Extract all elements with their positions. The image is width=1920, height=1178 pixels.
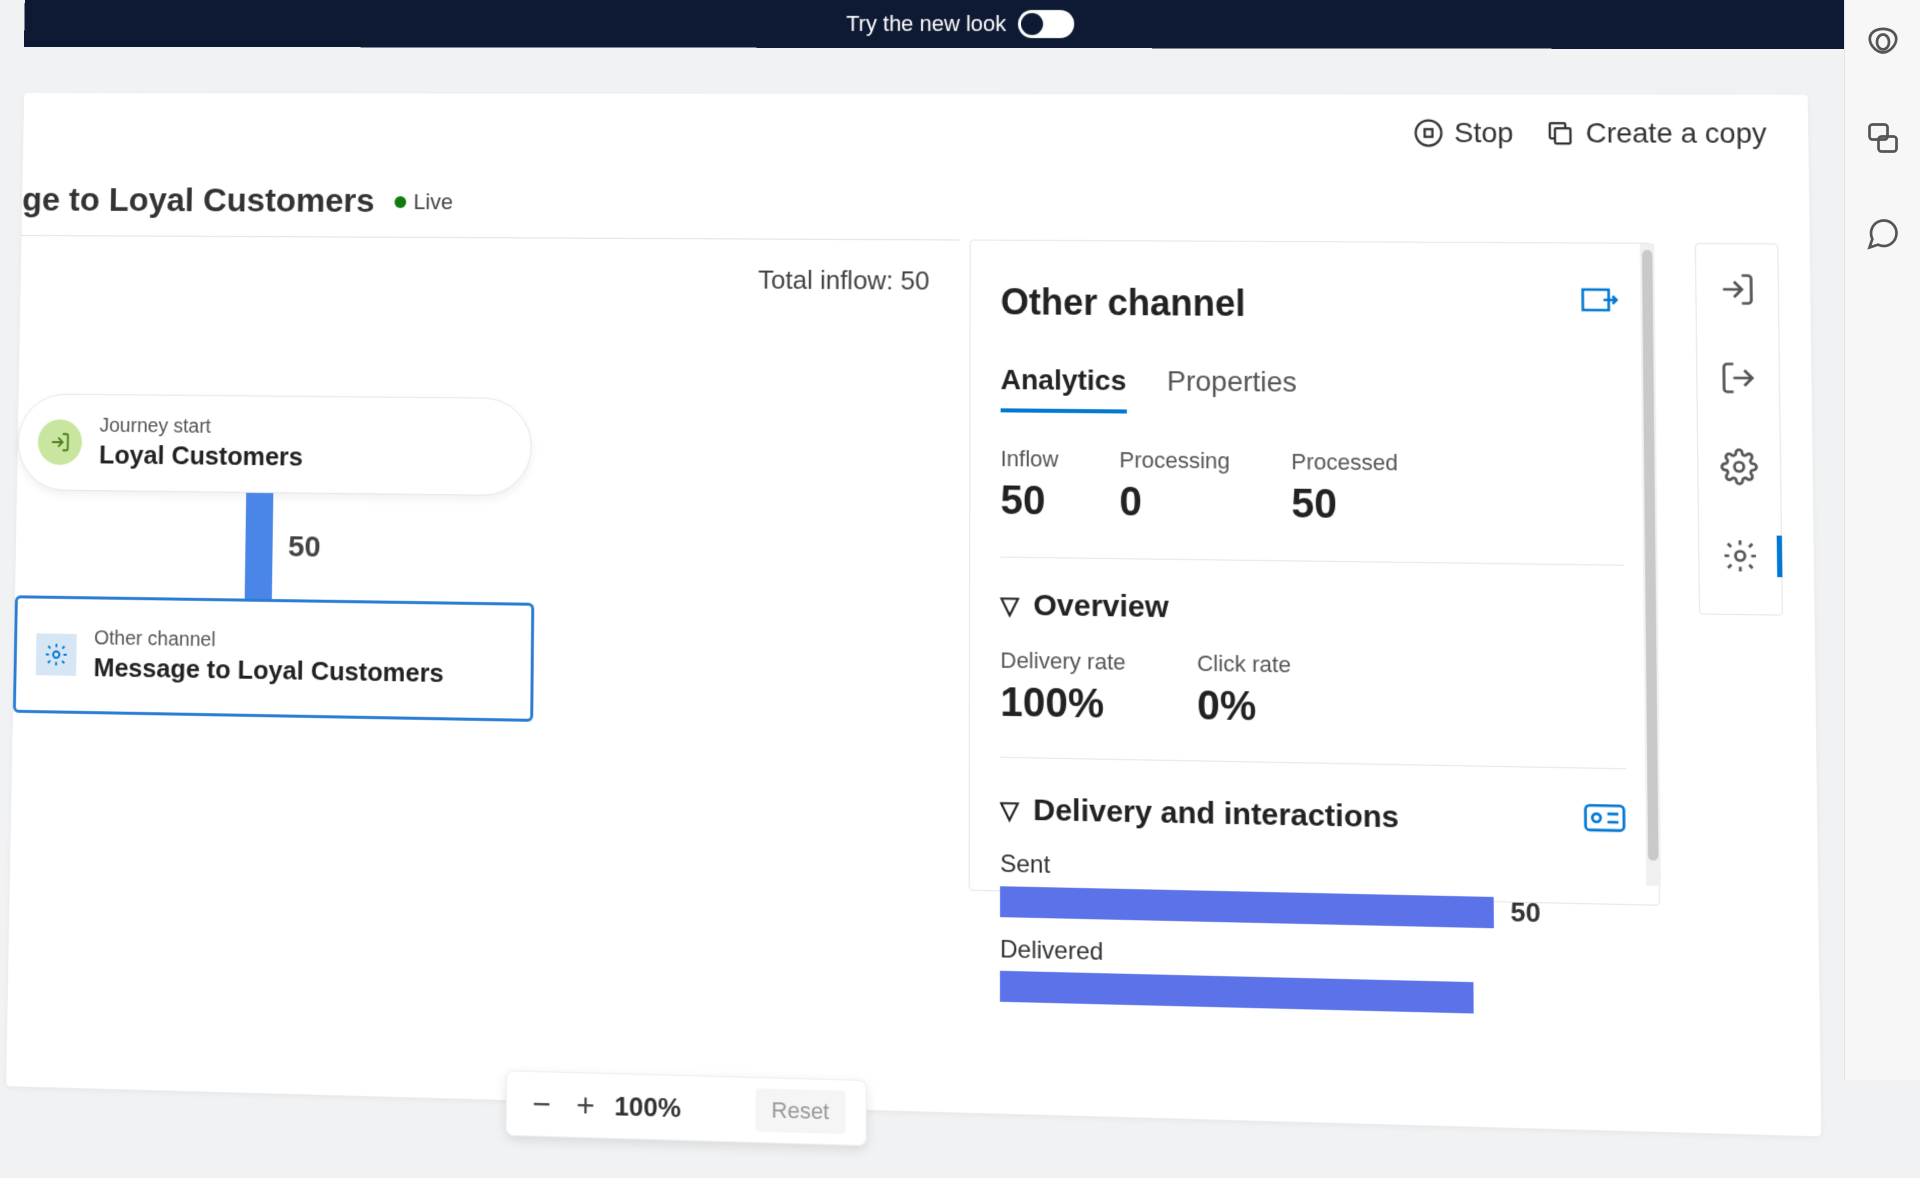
enter-icon [38,419,83,465]
channel-tile-icon [1580,284,1622,315]
stat-inflow-value: 50 [1000,478,1058,524]
journey-status: Live [394,189,453,215]
zoom-reset-button[interactable]: Reset [755,1088,845,1134]
flow-count: 50 [288,530,321,564]
click-rate-value: 0% [1197,683,1291,731]
channel-node-name: Message to Loyal Customers [93,652,444,689]
stats-row: Inflow 50 Processing 0 Processed 50 [1000,446,1624,566]
delivered-bar-row [1000,971,1629,1018]
top-app-bar: Try the new look [24,0,1920,49]
delivery-title: Delivery and interactions [1033,793,1399,835]
tab-analytics[interactable]: Analytics [1001,364,1127,414]
chat-panels-icon[interactable] [1865,120,1901,156]
rail-enter-button[interactable] [1718,271,1756,308]
stop-button[interactable]: Stop [1413,117,1513,150]
stop-icon [1413,118,1444,148]
stat-processing-label: Processing [1119,447,1230,475]
try-new-look-toggle[interactable] [1018,10,1074,38]
delivery-header[interactable]: ▽ Delivery and interactions [1000,789,1627,845]
sent-bar [1000,886,1494,928]
panel-title: Other channel [1001,281,1246,325]
conversation-icon[interactable] [1865,216,1901,252]
action-bar: Stop Create a copy [1413,94,1809,172]
panel-tabs: Analytics Properties [1001,364,1623,419]
overview-row: Delivery rate 100% Click rate 0% [1000,647,1626,769]
stat-processing-value: 0 [1119,480,1230,527]
total-inflow: Total inflow: 50 [758,265,930,297]
stop-label: Stop [1454,117,1513,150]
delivered-bar [1000,971,1474,1014]
total-inflow-label: Total inflow: [758,265,893,296]
delivery-rate-label: Delivery rate [1000,647,1125,676]
zoom-controls: − + 100% Reset [506,1070,867,1146]
status-dot-icon [394,196,406,208]
card-id-icon [1583,800,1627,845]
try-new-look-label: Try the new look [846,11,1006,37]
sent-bar-row: 50 [1000,885,1628,931]
other-channel-node[interactable]: Other channel Message to Loyal Customers [13,595,534,722]
zoom-level: 100% [614,1090,681,1124]
main-card: Stop Create a copy ge to Loyal Customers… [6,93,1821,1136]
rail-exit-button[interactable] [1719,359,1757,396]
start-node-name: Loyal Customers [99,440,303,473]
total-inflow-value: 50 [901,265,930,295]
journey-start-node[interactable]: Journey start Loyal Customers [17,393,532,496]
stat-inflow: Inflow 50 [1000,446,1058,525]
journey-title-bar: ge to Loyal Customers Live [22,181,453,221]
rail-gear-button[interactable] [1721,537,1759,575]
gear-icon [36,633,77,676]
stat-processed-value: 50 [1291,481,1398,528]
sent-value: 50 [1510,896,1540,929]
delivery-rate-value: 100% [1000,680,1125,728]
zoom-in-button[interactable]: + [570,1086,600,1125]
journey-canvas[interactable]: Total inflow: 50 Journey start Loyal Cus… [6,235,960,1138]
tab-properties[interactable]: Properties [1167,365,1297,415]
stat-inflow-label: Inflow [1001,446,1059,473]
try-new-look-toggle-group: Try the new look [846,10,1074,38]
side-rail [1695,243,1783,616]
overview-title: Overview [1033,589,1169,626]
create-copy-label: Create a copy [1585,117,1766,150]
rail-settings-button[interactable] [1720,448,1758,486]
copy-icon [1544,118,1575,149]
panel-scrollbar[interactable] [1640,244,1661,886]
start-node-type: Journey start [99,415,303,440]
zoom-out-button[interactable]: − [527,1085,557,1124]
delivery-rate: Delivery rate 100% [1000,647,1125,728]
chevron-down-icon: ▽ [1000,795,1019,825]
click-rate-label: Click rate [1197,650,1291,678]
status-label: Live [413,189,453,215]
click-rate: Click rate 0% [1197,650,1291,731]
stat-processing: Processing 0 [1119,447,1230,527]
app-rail [1844,0,1920,1080]
flow-connector [245,493,274,599]
copilot-icon[interactable] [1865,24,1901,60]
stat-processed-label: Processed [1291,449,1398,477]
overview-header[interactable]: ▽ Overview [1000,588,1625,632]
journey-title: ge to Loyal Customers [22,181,375,221]
details-panel: Other channel Analytics Properties Inflo… [969,240,1660,906]
stat-processed: Processed 50 [1291,449,1398,529]
chevron-down-icon: ▽ [1000,591,1019,621]
create-copy-button[interactable]: Create a copy [1544,117,1767,150]
channel-node-type: Other channel [94,627,444,656]
sent-label: Sent [1000,850,1627,892]
